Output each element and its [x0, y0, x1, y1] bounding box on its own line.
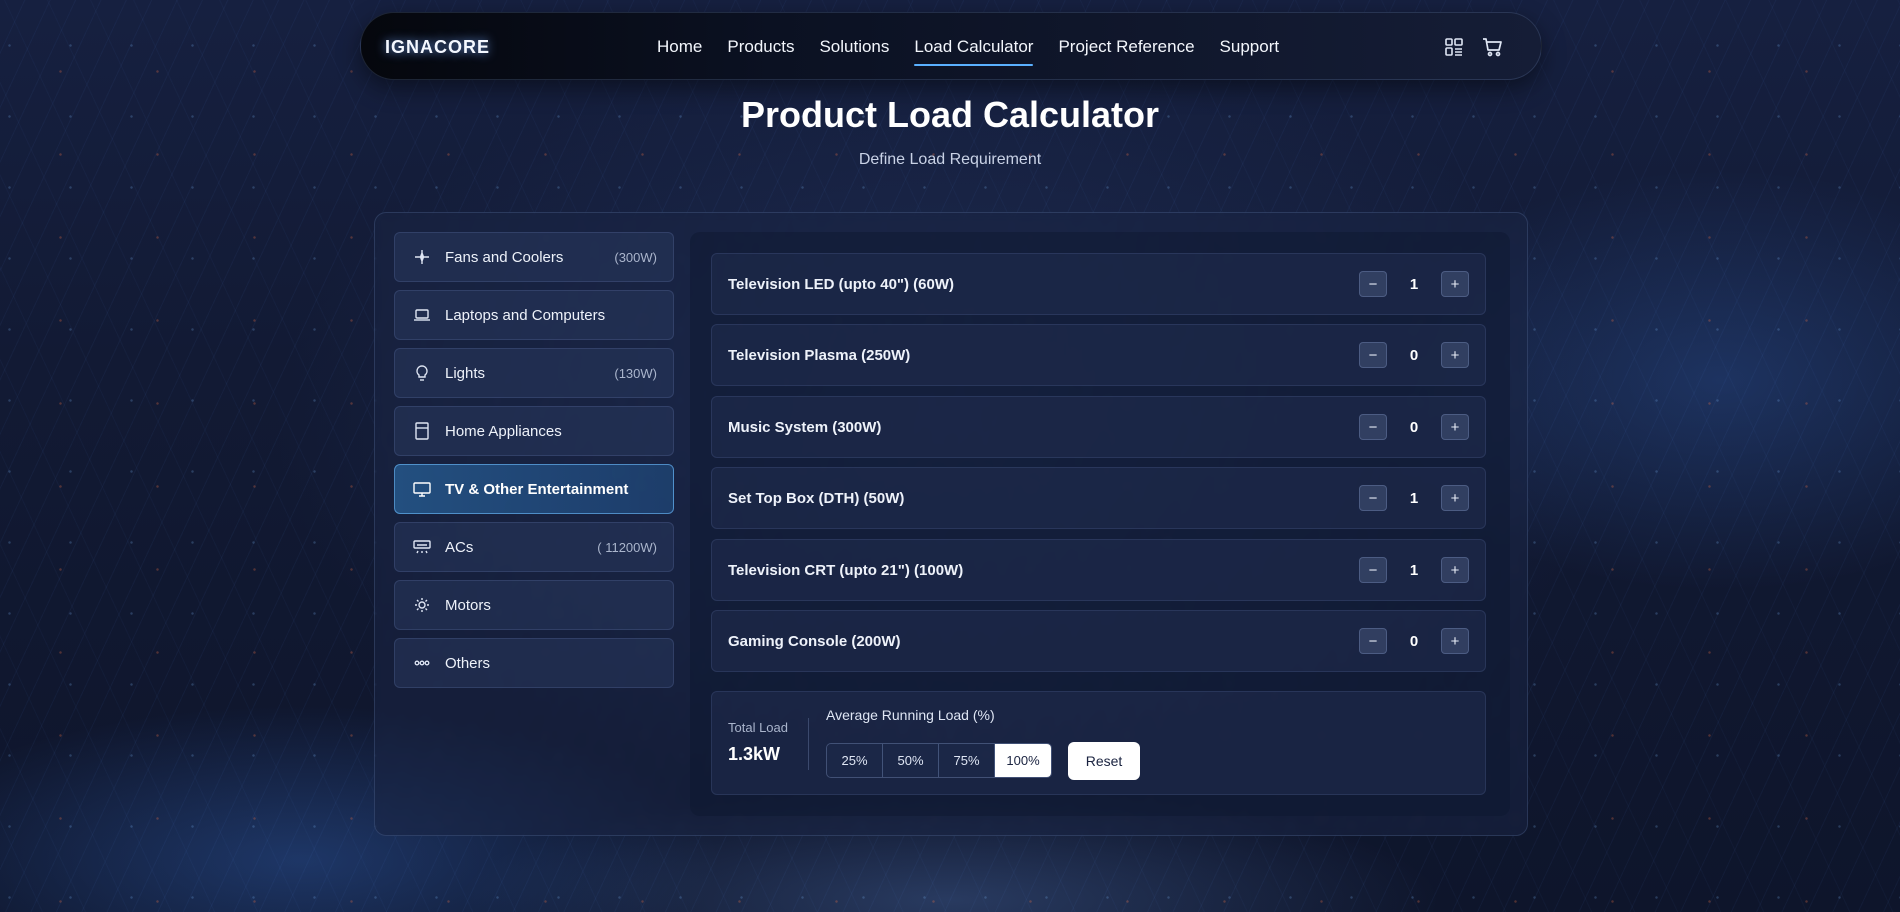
divider	[808, 718, 809, 770]
category-label: Laptops and Computers	[445, 306, 606, 324]
running-load-selector: 25% 50% 75% 100%	[826, 743, 1052, 778]
increment-button[interactable]: +	[1441, 414, 1469, 440]
quantity-stepper: − 0 +	[1359, 628, 1469, 654]
category-watts: (130W)	[614, 365, 657, 381]
increment-button[interactable]: +	[1441, 628, 1469, 654]
category-label: Others	[445, 654, 491, 672]
top-navbar: IGNACORE Home Products Solutions Load Ca…	[360, 12, 1542, 80]
item-row: Television Plasma (250W) − 0 +	[711, 324, 1486, 386]
decrement-button[interactable]: −	[1359, 271, 1387, 297]
item-row: Television LED (upto 40") (60W) − 1 +	[711, 253, 1486, 315]
page-subtitle: Define Load Requirement	[858, 151, 1042, 168]
quantity-value: 0	[1409, 632, 1419, 650]
quantity-value: 0	[1409, 418, 1419, 436]
category-label: TV & Other Entertainment	[445, 480, 629, 498]
category-others[interactable]: Others	[394, 638, 674, 688]
quantity-value: 0	[1409, 346, 1419, 364]
total-load-value: 1.3kW	[728, 744, 781, 764]
decrement-button[interactable]: −	[1359, 557, 1387, 583]
nav-link-project-reference[interactable]: Project Reference	[1058, 33, 1194, 61]
quantity-stepper: − 0 +	[1359, 342, 1469, 368]
category-lights[interactable]: Lights (130W)	[394, 348, 674, 398]
quantity-stepper: − 1 +	[1359, 485, 1469, 511]
category-acs[interactable]: ACs ( 11200W)	[394, 522, 674, 572]
summary-box: Total Load 1.3kW Average Running Load (%…	[711, 691, 1486, 795]
decrement-button[interactable]: −	[1359, 628, 1387, 654]
category-watts: ( 11200W)	[597, 539, 657, 555]
quantity-stepper: − 1 +	[1359, 557, 1469, 583]
page-title: Product Load Calculator	[740, 94, 1160, 135]
item-label: Gaming Console (200W)	[728, 632, 901, 650]
item-label: Music System (300W)	[728, 418, 882, 436]
item-row: Music System (300W) − 0 +	[711, 396, 1486, 458]
sparkle-icon	[413, 248, 431, 266]
total-load-label: Total Load	[728, 720, 788, 735]
quantity-value: 1	[1409, 275, 1419, 293]
reset-button[interactable]: Reset	[1068, 742, 1140, 780]
category-label: Lights	[445, 364, 486, 382]
item-row: Gaming Console (200W) − 0 +	[711, 610, 1486, 672]
increment-button[interactable]: +	[1441, 342, 1469, 368]
nav-link-products[interactable]: Products	[727, 33, 794, 61]
nav-link-load-calculator[interactable]: Load Calculator	[914, 33, 1034, 66]
cart-icon[interactable]	[1481, 36, 1503, 58]
ac-icon	[413, 538, 431, 556]
increment-button[interactable]: +	[1441, 271, 1469, 297]
item-label: Television Plasma (250W)	[728, 346, 911, 364]
category-watts: (300W)	[614, 249, 657, 265]
dots-icon	[413, 654, 431, 672]
increment-button[interactable]: +	[1441, 557, 1469, 583]
category-label: Fans and Coolers	[445, 248, 564, 266]
nav-link-solutions[interactable]: Solutions	[819, 33, 889, 61]
category-home-appliances[interactable]: Home Appliances	[394, 406, 674, 456]
avg-running-load-label: Average Running Load (%)	[826, 707, 995, 723]
appliance-icon	[413, 422, 431, 440]
category-tv-and-entertainment[interactable]: TV & Other Entertainment	[394, 464, 674, 514]
option-100[interactable]: 100%	[995, 744, 1051, 777]
item-label: Television CRT (upto 21") (100W)	[728, 561, 964, 579]
motor-icon	[413, 596, 431, 614]
category-laptops-and-computers[interactable]: Laptops and Computers	[394, 290, 674, 340]
nav-icons	[1443, 13, 1503, 81]
decrement-button[interactable]: −	[1359, 342, 1387, 368]
category-label: Motors	[445, 596, 491, 614]
nav-links: Home Products Solutions Load Calculator …	[657, 13, 1304, 81]
item-row: Set Top Box (DTH) (50W) − 1 +	[711, 467, 1486, 529]
quantity-stepper: − 0 +	[1359, 414, 1469, 440]
items-panel: Television LED (upto 40") (60W) − 1 + Te…	[690, 232, 1510, 816]
item-row: Television CRT (upto 21") (100W) − 1 +	[711, 539, 1486, 601]
option-50[interactable]: 50%	[883, 744, 939, 777]
tv-icon	[413, 480, 431, 498]
item-label: Television LED (upto 40") (60W)	[728, 275, 955, 293]
decrement-button[interactable]: −	[1359, 414, 1387, 440]
bulb-icon	[413, 364, 431, 382]
decrement-button[interactable]: −	[1359, 485, 1387, 511]
category-motors[interactable]: Motors	[394, 580, 674, 630]
grid-icon[interactable]	[1443, 36, 1465, 58]
quantity-value: 1	[1409, 561, 1419, 579]
quantity-stepper: − 1 +	[1359, 271, 1469, 297]
brand-logo[interactable]: IGNACORE	[385, 35, 490, 59]
nav-link-home[interactable]: Home	[657, 33, 702, 61]
category-label: ACs	[445, 538, 474, 556]
category-label: Home Appliances	[445, 422, 562, 440]
quantity-value: 1	[1409, 489, 1419, 507]
category-fans-and-coolers[interactable]: Fans and Coolers (300W)	[394, 232, 674, 282]
increment-button[interactable]: +	[1441, 485, 1469, 511]
laptop-icon	[413, 306, 431, 324]
option-75[interactable]: 75%	[939, 744, 995, 777]
option-25[interactable]: 25%	[827, 744, 883, 777]
item-label: Set Top Box (DTH) (50W)	[728, 489, 905, 507]
category-list: Fans and Coolers (300W) Laptops and Comp…	[394, 232, 674, 696]
nav-link-support[interactable]: Support	[1220, 33, 1280, 61]
calculator-panel: Fans and Coolers (300W) Laptops and Comp…	[374, 212, 1528, 836]
